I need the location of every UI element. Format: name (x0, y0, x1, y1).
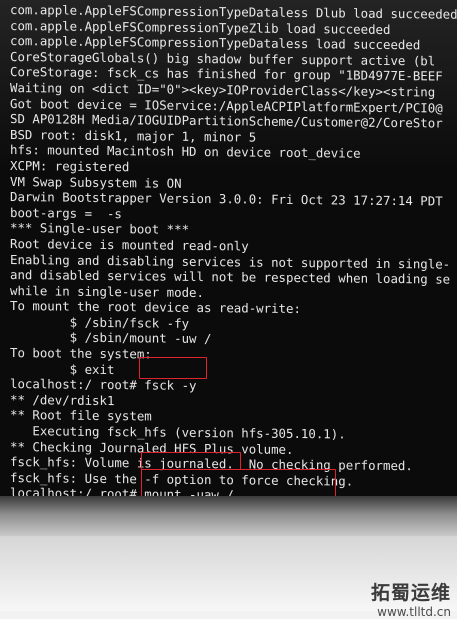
watermark: 拓蜀运维 www.tlltd.cn (371, 578, 451, 619)
highlight-rm-reboot-command (141, 469, 336, 497)
highlight-fsck-command (139, 357, 207, 379)
laptop-screen: com.apple.AppleFSCompressionTypeDataless… (0, 0, 457, 520)
laptop-bezel (0, 496, 457, 536)
screen-glare (0, 0, 457, 170)
highlight-mount-command (141, 452, 241, 470)
watermark-text: 拓蜀运维 (370, 582, 451, 604)
watermark-url: www.tlltd.cn (377, 605, 451, 619)
